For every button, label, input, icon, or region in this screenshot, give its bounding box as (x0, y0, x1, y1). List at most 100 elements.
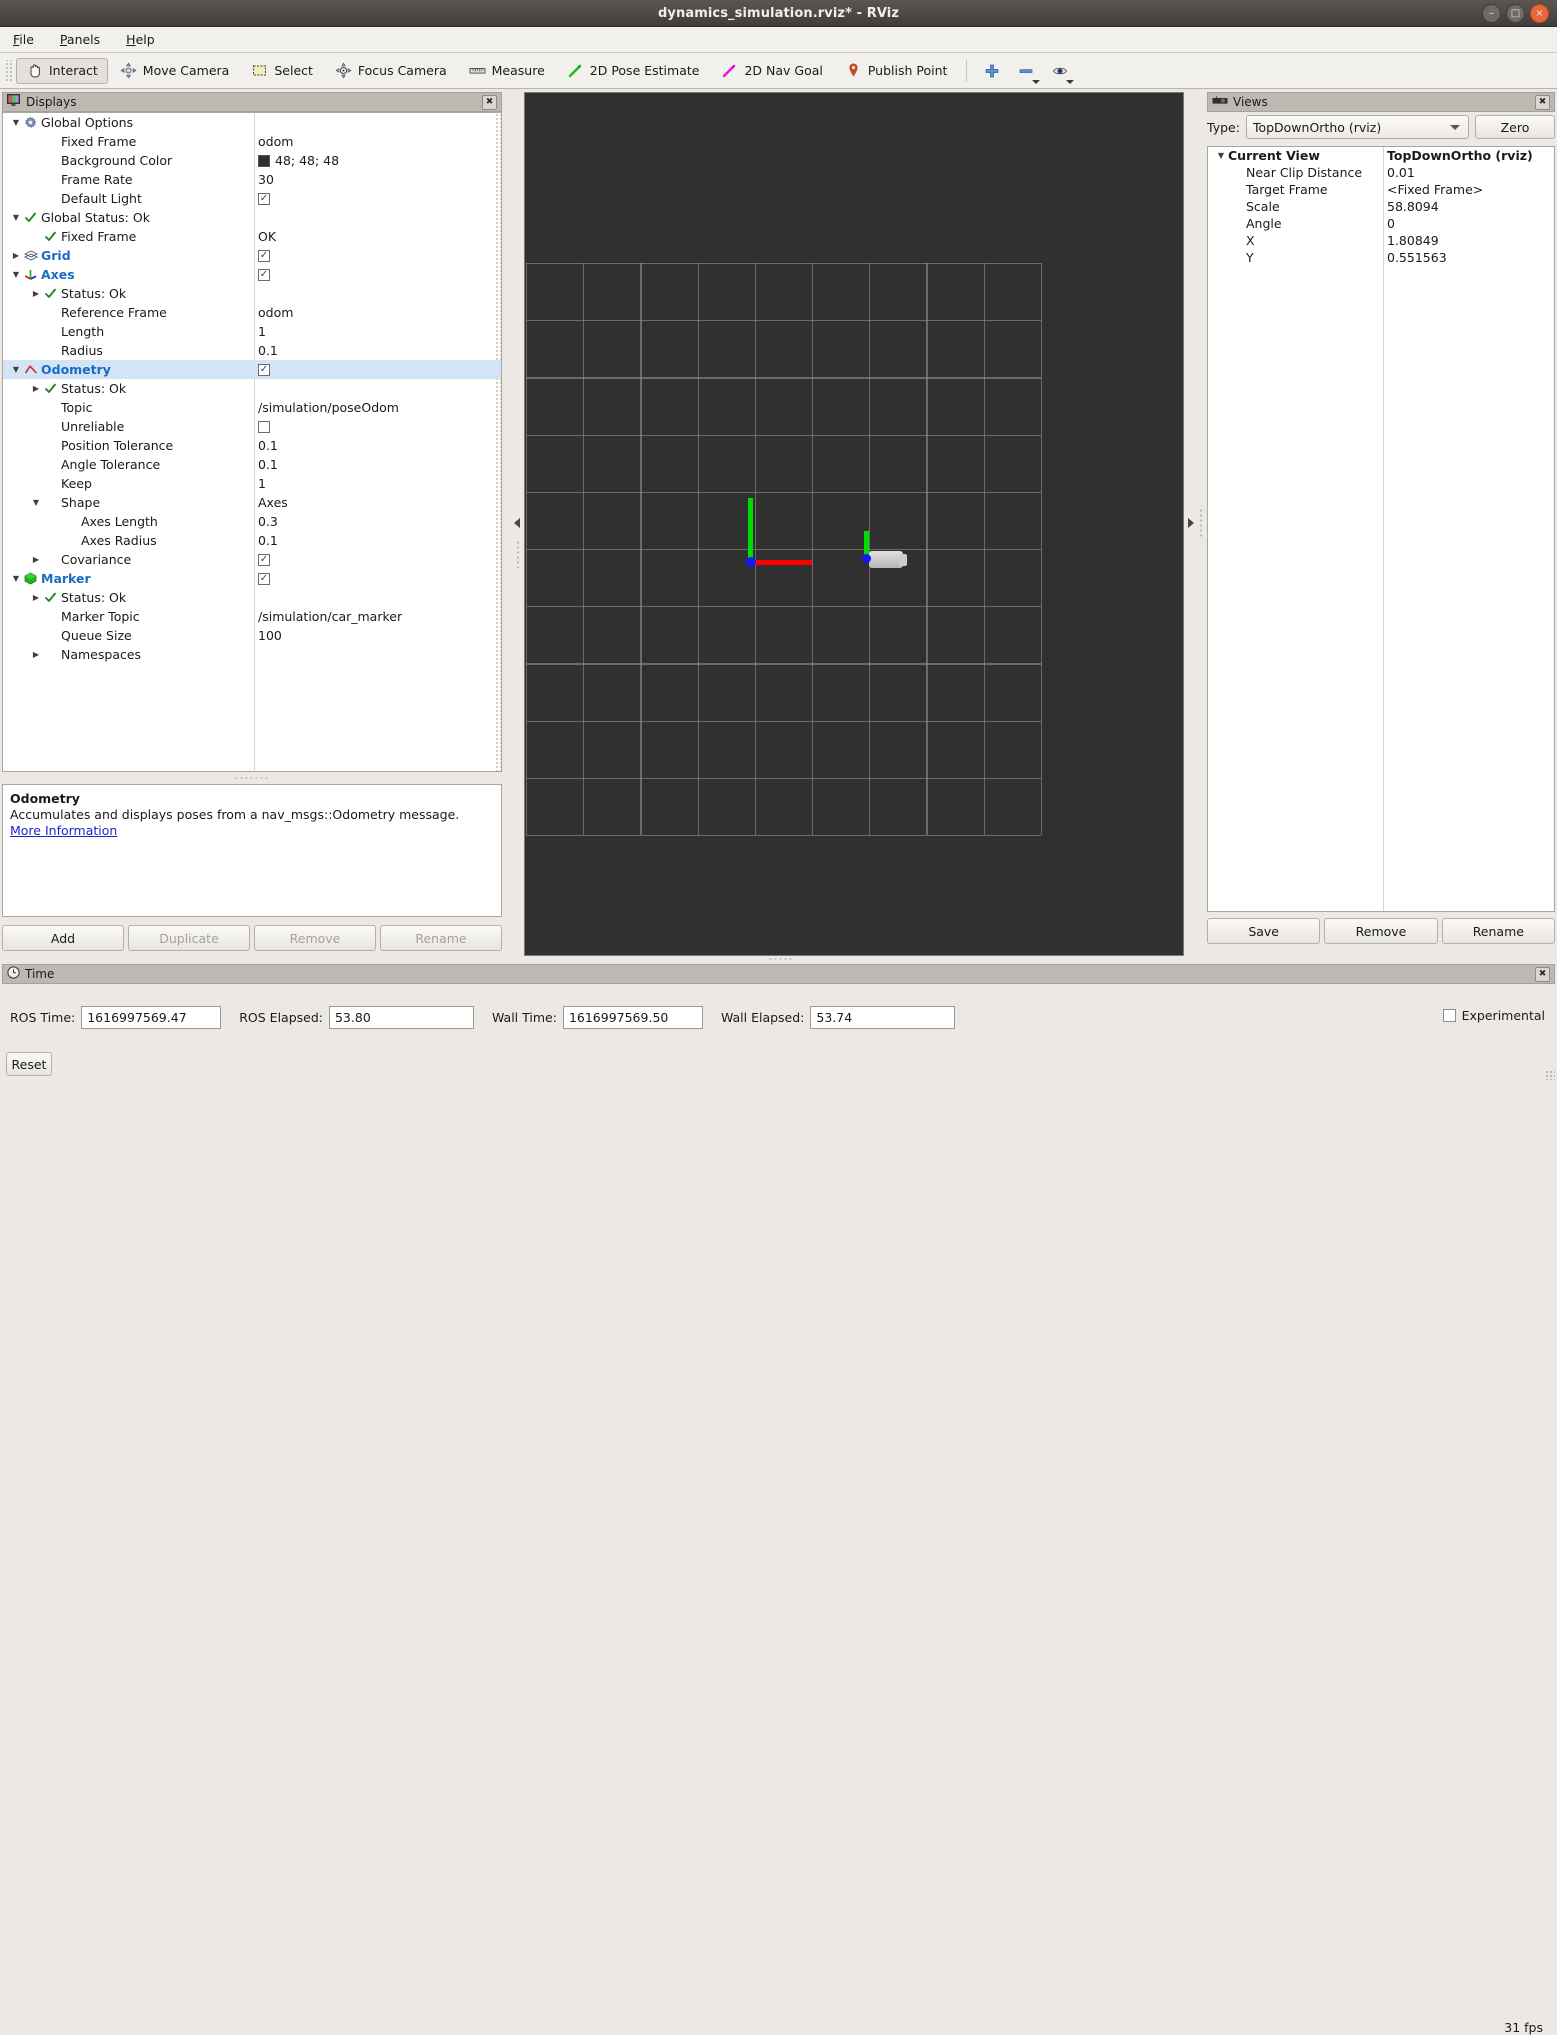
chevron-down-icon[interactable] (9, 213, 23, 222)
display-row-value[interactable]: 0.1 (258, 341, 278, 360)
view-type-combobox[interactable]: TopDownOrtho (rviz) (1245, 115, 1469, 139)
display-tree-row[interactable]: Fixed Frame odom (3, 132, 501, 151)
right-splitter-grip[interactable] (1199, 508, 1202, 538)
checkbox-checked[interactable]: ✓ (258, 268, 270, 281)
remove-display-button[interactable]: Remove (254, 925, 376, 951)
chevron-right-icon[interactable] (9, 251, 23, 260)
displays-close-icon[interactable]: ✖ (482, 94, 497, 110)
display-tree-row[interactable]: Angle Tolerance 0.1 (3, 455, 501, 474)
tool-interact[interactable]: Interact (16, 57, 108, 84)
add-display-button[interactable]: Add (2, 925, 124, 951)
display-row-value[interactable]: /simulation/poseOdom (258, 398, 399, 417)
display-row-value[interactable]: 48; 48; 48 (258, 151, 339, 170)
display-tree-row[interactable]: Shape Axes (3, 493, 501, 512)
display-row-value[interactable]: 1 (258, 474, 266, 493)
display-tree-row[interactable]: Unreliable (3, 417, 501, 436)
display-tree-row[interactable]: Frame Rate 30 (3, 170, 501, 189)
viewport-bottom-splitter[interactable] (768, 957, 794, 961)
chevron-down-icon[interactable] (1214, 151, 1228, 160)
display-row-value[interactable]: 30 (258, 170, 274, 189)
chevron-right-icon[interactable] (29, 384, 43, 393)
duplicate-display-button[interactable]: Duplicate (128, 925, 250, 951)
views-row-value[interactable]: 1.80849 (1387, 233, 1439, 248)
color-swatch[interactable] (258, 154, 270, 167)
tool-measure[interactable]: Measure (459, 58, 555, 84)
display-tree-row[interactable]: Topic/simulation/poseOdom (3, 398, 501, 417)
chevron-down-icon[interactable] (9, 574, 23, 583)
tool-publish-point[interactable]: Publish Point (835, 58, 958, 84)
zero-button[interactable]: Zero (1475, 115, 1555, 139)
views-tree-row[interactable]: Target Frame <Fixed Frame> (1208, 181, 1554, 198)
visibility-button[interactable] (1047, 58, 1075, 84)
display-tree-row[interactable]: Namespaces (3, 645, 501, 664)
checkbox-checked[interactable]: ✓ (258, 553, 270, 566)
remove-tool-button[interactable] (1013, 58, 1041, 84)
display-tree-row[interactable]: Axes Radius 0.1 (3, 531, 501, 550)
display-row-value[interactable]: ✓ (258, 550, 270, 569)
toolbar-grip[interactable] (4, 59, 12, 82)
checkbox-checked[interactable]: ✓ (258, 192, 270, 205)
display-tree-row[interactable]: Odometry ✓ (3, 360, 501, 379)
display-tree-row[interactable]: Status: Ok (3, 284, 501, 303)
tool-2d-pose-estimate[interactable]: 2D Pose Estimate (557, 58, 710, 84)
views-tree-row[interactable]: Scale 58.8094 (1208, 198, 1554, 215)
display-tree-row[interactable]: Global Status: Ok (3, 208, 501, 227)
ros-time-field[interactable]: 1616997569.47 (81, 1006, 222, 1029)
chevron-down-icon[interactable] (1066, 79, 1075, 84)
display-row-value[interactable]: /simulation/car_marker (258, 607, 402, 626)
display-row-value[interactable]: odom (258, 132, 293, 151)
display-tree-row[interactable]: Global Options (3, 113, 501, 132)
display-row-value[interactable]: 0.1 (258, 455, 278, 474)
displays-tree[interactable]: Global Options Fixed Frame odom Background … (2, 112, 502, 772)
right-panel-collapse-handle[interactable] (1186, 515, 1196, 531)
display-row-value[interactable]: 100 (258, 626, 282, 645)
views-row-value[interactable]: 0.01 (1387, 165, 1415, 180)
maximize-button[interactable]: □ (1506, 4, 1525, 23)
experimental-checkbox-row[interactable]: Experimental (1442, 1008, 1545, 1023)
tool-move-camera[interactable]: Move Camera (110, 58, 240, 84)
wall-time-field[interactable]: 1616997569.50 (562, 1006, 703, 1029)
display-tree-row[interactable]: Covariance ✓ (3, 550, 501, 569)
display-row-value[interactable]: ✓ (258, 265, 270, 284)
remove-view-button[interactable]: Remove (1324, 918, 1438, 944)
display-row-value[interactable]: 1 (258, 322, 266, 341)
checkbox-unchecked[interactable] (258, 420, 270, 433)
more-information-link[interactable]: More Information (10, 823, 117, 838)
time-close-icon[interactable]: ✖ (1535, 966, 1550, 982)
views-row-value[interactable]: 0 (1387, 216, 1395, 231)
display-tree-row[interactable]: Reference Frame odom (3, 303, 501, 322)
display-tree-row[interactable]: Length 1 (3, 322, 501, 341)
views-tree[interactable]: Current ViewTopDownOrtho (rviz)Near Clip… (1207, 146, 1555, 912)
displays-splitter[interactable] (2, 774, 502, 782)
display-tree-row[interactable]: Keep 1 (3, 474, 501, 493)
rename-display-button[interactable]: Rename (380, 925, 502, 951)
wall-elapsed-field[interactable]: 53.74 (810, 1006, 956, 1029)
tool-2d-nav-goal[interactable]: 2D Nav Goal (711, 58, 832, 84)
experimental-checkbox[interactable] (1442, 1009, 1456, 1022)
left-splitter-grip[interactable] (516, 540, 519, 570)
display-row-value[interactable]: Axes (258, 493, 288, 512)
ros-elapsed-field[interactable]: 53.80 (328, 1006, 474, 1029)
display-row-value[interactable]: 0.1 (258, 436, 278, 455)
display-tree-row[interactable]: Marker Topic/simulation/car_marker (3, 607, 501, 626)
chevron-down-icon[interactable] (9, 118, 23, 127)
left-panel-collapse-handle[interactable] (512, 515, 522, 531)
views-row-value[interactable]: <Fixed Frame> (1387, 182, 1483, 197)
display-row-value[interactable]: 0.1 (258, 531, 278, 550)
checkbox-checked[interactable]: ✓ (258, 363, 270, 376)
tool-focus-camera[interactable]: Focus Camera (325, 58, 457, 84)
display-row-value[interactable]: ✓ (258, 189, 270, 208)
display-tree-row[interactable]: Grid ✓ (3, 246, 501, 265)
views-row-value[interactable]: 0.551563 (1387, 250, 1447, 265)
render-viewport[interactable] (524, 92, 1184, 956)
chevron-down-icon[interactable] (29, 498, 43, 507)
display-tree-row[interactable]: Queue Size 100 (3, 626, 501, 645)
window-resize-grip[interactable] (1545, 1070, 1555, 1080)
display-row-value[interactable]: odom (258, 303, 293, 322)
display-tree-row[interactable]: Radius 0.1 (3, 341, 501, 360)
display-tree-row[interactable]: Background Color 48; 48; 48 (3, 151, 501, 170)
views-tree-row[interactable]: Angle 0 (1208, 215, 1554, 232)
chevron-down-icon[interactable] (9, 270, 23, 279)
views-close-icon[interactable]: ✖ (1535, 94, 1550, 110)
close-button[interactable]: × (1530, 4, 1549, 23)
